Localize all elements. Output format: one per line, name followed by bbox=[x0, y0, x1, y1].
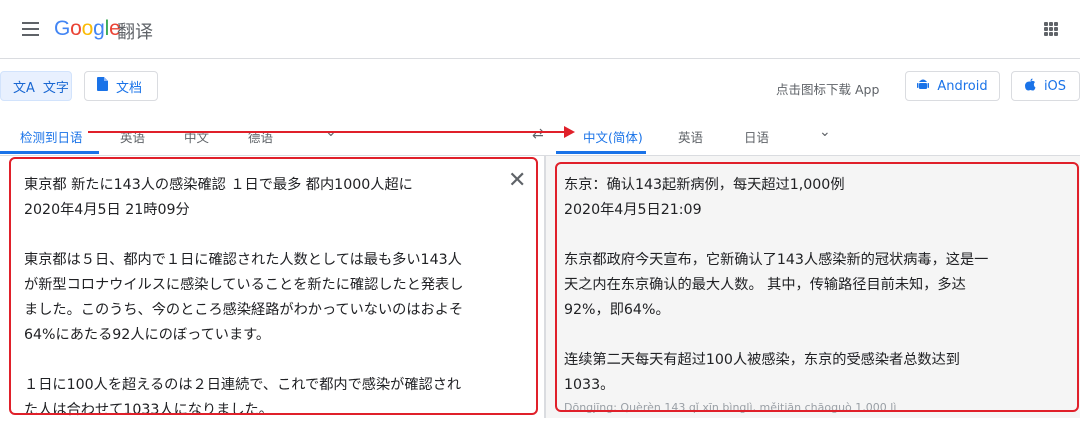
text-mode-button[interactable]: 文A 文字 bbox=[0, 71, 72, 101]
source-tab-underline bbox=[0, 151, 99, 154]
android-app-button[interactable]: Android bbox=[905, 71, 1000, 101]
logo-letter: G bbox=[54, 17, 71, 40]
source-lang-detected-tab[interactable]: 检测到日语 bbox=[20, 127, 83, 146]
translation-highlight-box bbox=[555, 162, 1079, 412]
app-header bbox=[0, 0, 1080, 59]
document-mode-button[interactable]: 文档 bbox=[84, 71, 158, 101]
document-mode-label: 文档 bbox=[116, 80, 143, 96]
android-label: Android bbox=[937, 78, 988, 94]
apple-icon bbox=[1024, 78, 1036, 94]
apps-grid-icon[interactable] bbox=[1044, 22, 1058, 36]
logo-letter: g bbox=[93, 17, 105, 40]
target-lang-chinese-simplified-tab[interactable]: 中文(简体) bbox=[583, 127, 643, 146]
download-app-label: 点击图标下载 App bbox=[776, 82, 880, 97]
hamburger-menu-icon[interactable] bbox=[22, 22, 39, 36]
text-mode-label: 文字 bbox=[42, 80, 69, 96]
document-icon bbox=[97, 77, 108, 95]
logo-letter: o bbox=[81, 17, 94, 40]
target-lang-english-tab[interactable]: 英语 bbox=[678, 127, 703, 146]
target-lang-japanese-tab[interactable]: 日语 bbox=[744, 127, 769, 146]
google-logo[interactable]: Google bbox=[54, 17, 121, 41]
translate-icon: 文A bbox=[13, 80, 35, 96]
target-tab-underline bbox=[556, 151, 646, 154]
product-name: 翻译 bbox=[117, 22, 153, 43]
logo-letter: o bbox=[70, 17, 82, 40]
annotation-arrow bbox=[88, 126, 575, 138]
source-highlight-box bbox=[9, 157, 538, 415]
target-more-languages-chevron-icon[interactable]: ⌄ bbox=[819, 124, 831, 140]
ios-app-button[interactable]: iOS bbox=[1011, 71, 1080, 101]
android-icon bbox=[917, 78, 930, 94]
ios-label: iOS bbox=[1043, 78, 1067, 94]
